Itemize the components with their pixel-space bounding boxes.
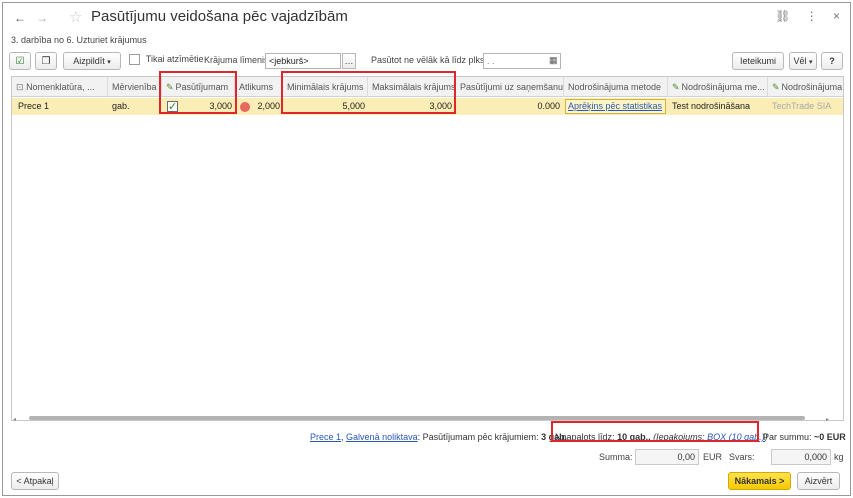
- window-controls: ⛓ ⋮ ×: [763, 9, 840, 23]
- forward-arrow-icon[interactable]: →: [33, 10, 51, 26]
- summa-value: 0,00: [635, 449, 699, 465]
- header-method[interactable]: Nodrošinājuma metode: [564, 77, 668, 97]
- header-label: Nodrošinājuma me...: [681, 82, 765, 92]
- highlight-min-max: [281, 71, 456, 114]
- header-stock[interactable]: Atlikums: [235, 77, 283, 97]
- back-arrow-icon[interactable]: ←: [11, 10, 29, 26]
- stock-level-label: Krājuma līmenis:: [204, 55, 272, 65]
- header-label: Nomenklatūra, ...: [26, 82, 95, 92]
- tree-icon: ⊡: [16, 82, 24, 92]
- link-icon[interactable]: ⛓: [775, 9, 790, 23]
- warehouse-link[interactable]: Galvenā noliktava: [346, 432, 418, 442]
- highlight-ordered: [159, 71, 237, 114]
- weight-unit: kg: [834, 452, 844, 462]
- summa-label: Summa:: [599, 452, 633, 462]
- form-window: ← → ☆ Pasūtījumu veidošana pēc vajadzībā…: [2, 2, 851, 496]
- header-nomenclature[interactable]: ⊡ Nomenklatūra, ...: [12, 77, 108, 97]
- step-subtitle: 3. darbība no 6. Uzturiet krājumus: [11, 35, 147, 45]
- more-button[interactable]: Vēl ▾: [789, 52, 817, 70]
- checkbox-box: [129, 54, 140, 65]
- cell-supply-method[interactable]: Test nodrošināšana: [672, 98, 766, 115]
- page-title: Pasūtījumu veidošana pēc vajadzībām: [91, 8, 348, 25]
- header-supplier[interactable]: ✎ Nodrošinājuma: [768, 77, 843, 97]
- only-marked-checkbox[interactable]: Tikai atzīmētie: [129, 54, 203, 65]
- sum-info: Par summu: ~0 EUR: [763, 432, 846, 442]
- sum-value: ~0 EUR: [814, 432, 846, 442]
- close-button[interactable]: Aizvērt: [797, 472, 840, 490]
- copy-button[interactable]: ❐: [35, 52, 57, 70]
- next-button[interactable]: Nākamais >: [728, 472, 791, 490]
- cell-unit[interactable]: gab.: [112, 98, 160, 115]
- favorite-star-icon[interactable]: ☆: [69, 8, 82, 26]
- horizontal-scrollbar[interactable]: ◂ ▸: [13, 415, 833, 423]
- header-label: Nodrošinājuma: [781, 82, 843, 92]
- copy-icon: ❐: [41, 56, 51, 67]
- scroll-left-icon[interactable]: ◂: [13, 416, 16, 423]
- weight-label: Svars:: [729, 452, 755, 462]
- order-until-label: Pasūtot ne vēlāk kā līdz plkst:: [371, 55, 490, 65]
- chevron-down-icon: ▾: [809, 59, 813, 66]
- items-table: ⊡ Nomenklatūra, ... Mērvienība ✎ Pasūtīju…: [11, 76, 844, 421]
- to-order-text: : Pasūtījumam pēc krājumiem:: [417, 432, 539, 442]
- fill-button-label: Aizpildīt: [73, 56, 105, 66]
- check-all-button[interactable]: ☑: [9, 52, 31, 70]
- edit-pencil-icon: ✎: [672, 82, 680, 92]
- header-unit[interactable]: Mērvienība: [108, 77, 162, 97]
- cell-orders-receipt[interactable]: 0.000: [458, 98, 560, 115]
- stock-level-select-button[interactable]: …: [342, 53, 356, 69]
- cell-stock[interactable]: 2,000: [250, 98, 280, 115]
- only-marked-label: Tikai atzīmētie: [145, 54, 204, 65]
- calendar-icon[interactable]: ▦: [549, 55, 558, 66]
- stock-level-field[interactable]: <jebkurš>: [265, 53, 341, 69]
- edit-pencil-icon: ✎: [772, 82, 780, 92]
- footer-summary: Prece 1, Galvenā noliktava: Pasūtījumam …: [310, 432, 567, 442]
- header-orders-receipt[interactable]: Pasūtījumi uz saņemšanu: [456, 77, 564, 97]
- method-link[interactable]: Aprēķins pēc statistikas: [568, 101, 662, 111]
- more-button-label: Vēl: [793, 56, 807, 66]
- check-all-icon: ☑: [15, 56, 25, 67]
- sum-label: Par summu:: [763, 432, 812, 442]
- help-button[interactable]: ?: [821, 52, 843, 70]
- header-supply-method[interactable]: ✎ Nodrošinājuma me...: [668, 77, 768, 97]
- close-icon[interactable]: ×: [833, 9, 840, 23]
- more-icon[interactable]: ⋮: [806, 9, 818, 23]
- highlight-rounded: [551, 421, 759, 442]
- scroll-right-icon[interactable]: ▸: [826, 416, 829, 423]
- cell-nomenclature[interactable]: Prece 1: [18, 98, 106, 115]
- item-link[interactable]: Prece 1: [310, 432, 341, 442]
- settings-button[interactable]: Ieteikumi: [732, 52, 784, 70]
- back-button[interactable]: < Atpakaļ: [11, 472, 59, 490]
- scrollbar-thumb[interactable]: [29, 416, 805, 420]
- chevron-down-icon: ▾: [107, 59, 111, 66]
- cell-supplier[interactable]: TechTrade SIA: [772, 98, 843, 115]
- cell-method[interactable]: Aprēķins pēc statistikas: [565, 99, 666, 114]
- weight-value: 0,000: [771, 449, 831, 465]
- currency-label: EUR: [703, 452, 723, 462]
- fill-button[interactable]: Aizpildīt ▾: [63, 52, 121, 70]
- title-bar: ← → ☆ Pasūtījumu veidošana pēc vajadzībā…: [3, 3, 850, 31]
